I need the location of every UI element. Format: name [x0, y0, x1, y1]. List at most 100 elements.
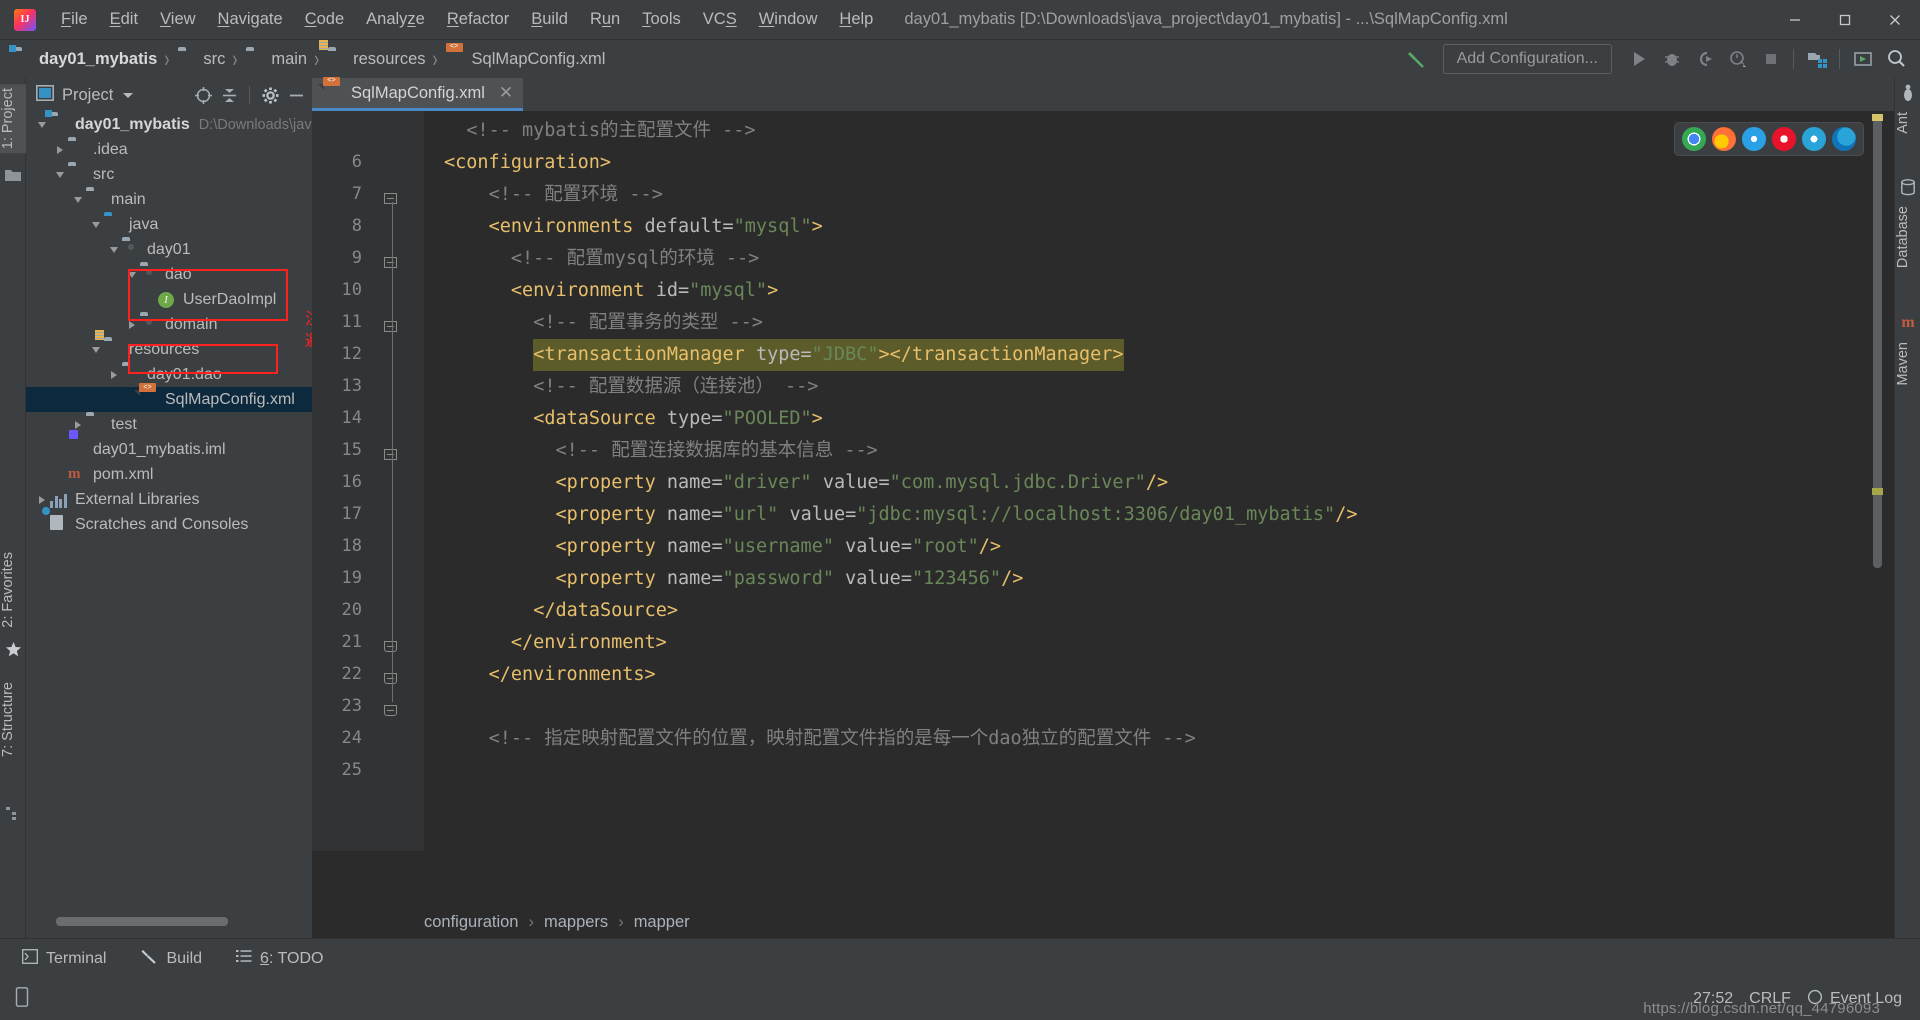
tree-row[interactable]: SqlMapConfig.xml: [26, 387, 312, 412]
tree-twisty-down-icon[interactable]: [124, 262, 140, 287]
code-line[interactable]: <property name="url" value="jdbc:mysql:/…: [556, 499, 1358, 531]
code-line[interactable]: <!-- 配置mysql的环境 -->: [511, 243, 759, 275]
folder-stripe-icon[interactable]: [4, 166, 22, 184]
database-icon[interactable]: [1899, 178, 1917, 196]
sidebar-item-database[interactable]: Database: [1895, 202, 1920, 272]
firefox-icon[interactable]: [1712, 127, 1736, 151]
menu-window[interactable]: Window: [748, 6, 829, 33]
star-icon[interactable]: [4, 640, 22, 658]
tree-twisty-right-icon[interactable]: [124, 312, 140, 337]
menu-tools[interactable]: Tools: [631, 6, 692, 33]
code-line[interactable]: <transactionManager type="JDBC"></transa…: [533, 339, 1124, 371]
chevron-down-icon[interactable]: [122, 86, 134, 104]
tree-twisty-right-icon[interactable]: [106, 362, 122, 387]
breadcrumb-item-main[interactable]: main: [246, 50, 307, 69]
menu-analyze[interactable]: Analyze: [355, 6, 436, 33]
tree-row[interactable]: I UserDaoImpl: [26, 287, 312, 312]
menu-file[interactable]: File: [50, 6, 99, 33]
tree-row[interactable]: java: [26, 212, 312, 237]
menu-view[interactable]: View: [149, 6, 206, 33]
tree-twisty-none-icon[interactable]: [34, 512, 50, 537]
editor-tab-sqlmapconfig[interactable]: SqlMapConfig.xml ✕: [312, 78, 524, 111]
editor-code[interactable]: <!-- mybatis的主配置文件 --> <configuration> <!-…: [424, 111, 1834, 851]
close-icon[interactable]: ✕: [499, 83, 513, 103]
maximize-button[interactable]: [1820, 0, 1870, 40]
run-with-coverage-icon[interactable]: [1688, 43, 1721, 75]
breadcrumb-item-src[interactable]: src: [178, 50, 225, 69]
code-line[interactable]: <environments default="mysql">: [489, 211, 823, 243]
code-line[interactable]: <property name="driver" value="com.mysql…: [556, 467, 1169, 499]
tree-row[interactable]: domain: [26, 312, 312, 337]
tree-twisty-down-icon[interactable]: [70, 187, 86, 212]
breadcrumb-item-file[interactable]: SqlMapConfig.xml: [447, 50, 606, 69]
code-line[interactable]: <!-- 指定映射配置文件的位置，映射配置文件指的是每一个dao独立的配置文件 …: [489, 723, 1196, 755]
code-line[interactable]: </environment>: [511, 627, 667, 659]
code-line[interactable]: <!-- mybatis的主配置文件 -->: [466, 115, 755, 147]
bottom-item-todo[interactable]: 6: TODO: [224, 946, 335, 971]
code-line[interactable]: <configuration>: [444, 147, 611, 179]
project-structure-icon[interactable]: [1800, 43, 1833, 75]
tree-twisty-down-icon[interactable]: [106, 237, 122, 262]
tree-row[interactable]: src: [26, 162, 312, 187]
breadcrumb-item-resources[interactable]: resources: [328, 50, 425, 69]
code-line[interactable]: <!-- 配置事务的类型 -->: [533, 307, 763, 339]
sidebar-item-ant[interactable]: Ant: [1895, 108, 1920, 138]
tree-row[interactable]: resources: [26, 337, 312, 362]
tree-twisty-none-icon[interactable]: [52, 462, 68, 487]
code-line[interactable]: <property name="password" value="123456"…: [556, 563, 1024, 595]
code-fold-close-icon[interactable]: [384, 701, 400, 717]
tree-row[interactable]: main: [26, 187, 312, 212]
code-line[interactable]: <environment id="mysql">: [511, 275, 778, 307]
marker-stripe-info[interactable]: [1872, 488, 1883, 495]
menu-vcs[interactable]: VCS: [692, 6, 748, 33]
profile-icon[interactable]: [1721, 43, 1754, 75]
code-line[interactable]: <!-- 配置连接数据库的基本信息 -->: [556, 435, 878, 467]
sidebar-item-favorites[interactable]: 2: Favorites: [0, 548, 26, 632]
settings-gear-icon[interactable]: [258, 83, 282, 107]
tree-row[interactable]: day01.dao: [26, 362, 312, 387]
tree-row[interactable]: m pom.xml: [26, 462, 312, 487]
hide-panel-icon[interactable]: [284, 83, 308, 107]
tree-row[interactable]: day01_mybatis D:\Downloads\jav: [26, 112, 312, 137]
menu-navigate[interactable]: Navigate: [207, 6, 294, 33]
code-line[interactable]: <dataSource type="POOLED">: [533, 403, 823, 435]
structure-icon[interactable]: [4, 804, 22, 822]
ide-memory-icon[interactable]: [14, 986, 30, 1012]
edge-icon[interactable]: [1832, 127, 1856, 151]
locate-icon[interactable]: [191, 83, 215, 107]
stop-icon[interactable]: [1754, 43, 1787, 75]
editor-breadcrumb-item[interactable]: configuration: [424, 913, 518, 932]
tree-twisty-down-icon[interactable]: [88, 212, 104, 237]
editor-breadcrumb-item[interactable]: mappers: [544, 913, 608, 932]
code-line[interactable]: </environments>: [489, 659, 656, 691]
tree-row[interactable]: dao: [26, 262, 312, 287]
code-line[interactable]: <!-- 配置数据源（连接池） -->: [533, 371, 818, 403]
editor-gutter[interactable]: 6 7 8 9 10 11 12 13 14 15 16 17 18 19 20 21 22 23 24 25: [312, 111, 424, 851]
bottom-item-build[interactable]: Build: [128, 945, 214, 972]
marker-stripe-warning[interactable]: [1872, 114, 1883, 121]
code-line[interactable]: </dataSource>: [533, 595, 678, 627]
breadcrumb-item-project[interactable]: day01_mybatis: [14, 50, 157, 69]
close-button[interactable]: [1870, 0, 1920, 40]
tree-row[interactable]: day01_mybatis.iml: [26, 437, 312, 462]
editor-vertical-scrollbar[interactable]: [1873, 118, 1882, 568]
debug-icon[interactable]: [1655, 43, 1688, 75]
tree-row[interactable]: .idea: [26, 137, 312, 162]
editor-breadcrumb-item[interactable]: mapper: [634, 913, 690, 932]
tree-row[interactable]: Scratches and Consoles: [26, 512, 312, 537]
tree-row[interactable]: External Libraries: [26, 487, 312, 512]
minimize-button[interactable]: [1770, 0, 1820, 40]
sidebar-item-structure[interactable]: 7: Structure: [0, 678, 26, 761]
tree-twisty-down-icon[interactable]: [88, 337, 104, 362]
menu-edit[interactable]: Edit: [99, 6, 149, 33]
maven-icon[interactable]: m: [1899, 314, 1917, 332]
code-line[interactable]: <property name="username" value="root"/>: [556, 531, 1002, 563]
sidebar-item-project[interactable]: 1: Project: [0, 84, 26, 154]
project-horizontal-scrollbar[interactable]: [56, 917, 228, 926]
menu-refactor[interactable]: Refactor: [436, 6, 520, 33]
collapse-all-icon[interactable]: [217, 83, 241, 107]
search-icon[interactable]: [1879, 43, 1912, 75]
run-icon[interactable]: [1622, 43, 1655, 75]
add-configuration-button[interactable]: Add Configuration...: [1442, 44, 1612, 74]
chrome-icon[interactable]: [1682, 127, 1706, 151]
